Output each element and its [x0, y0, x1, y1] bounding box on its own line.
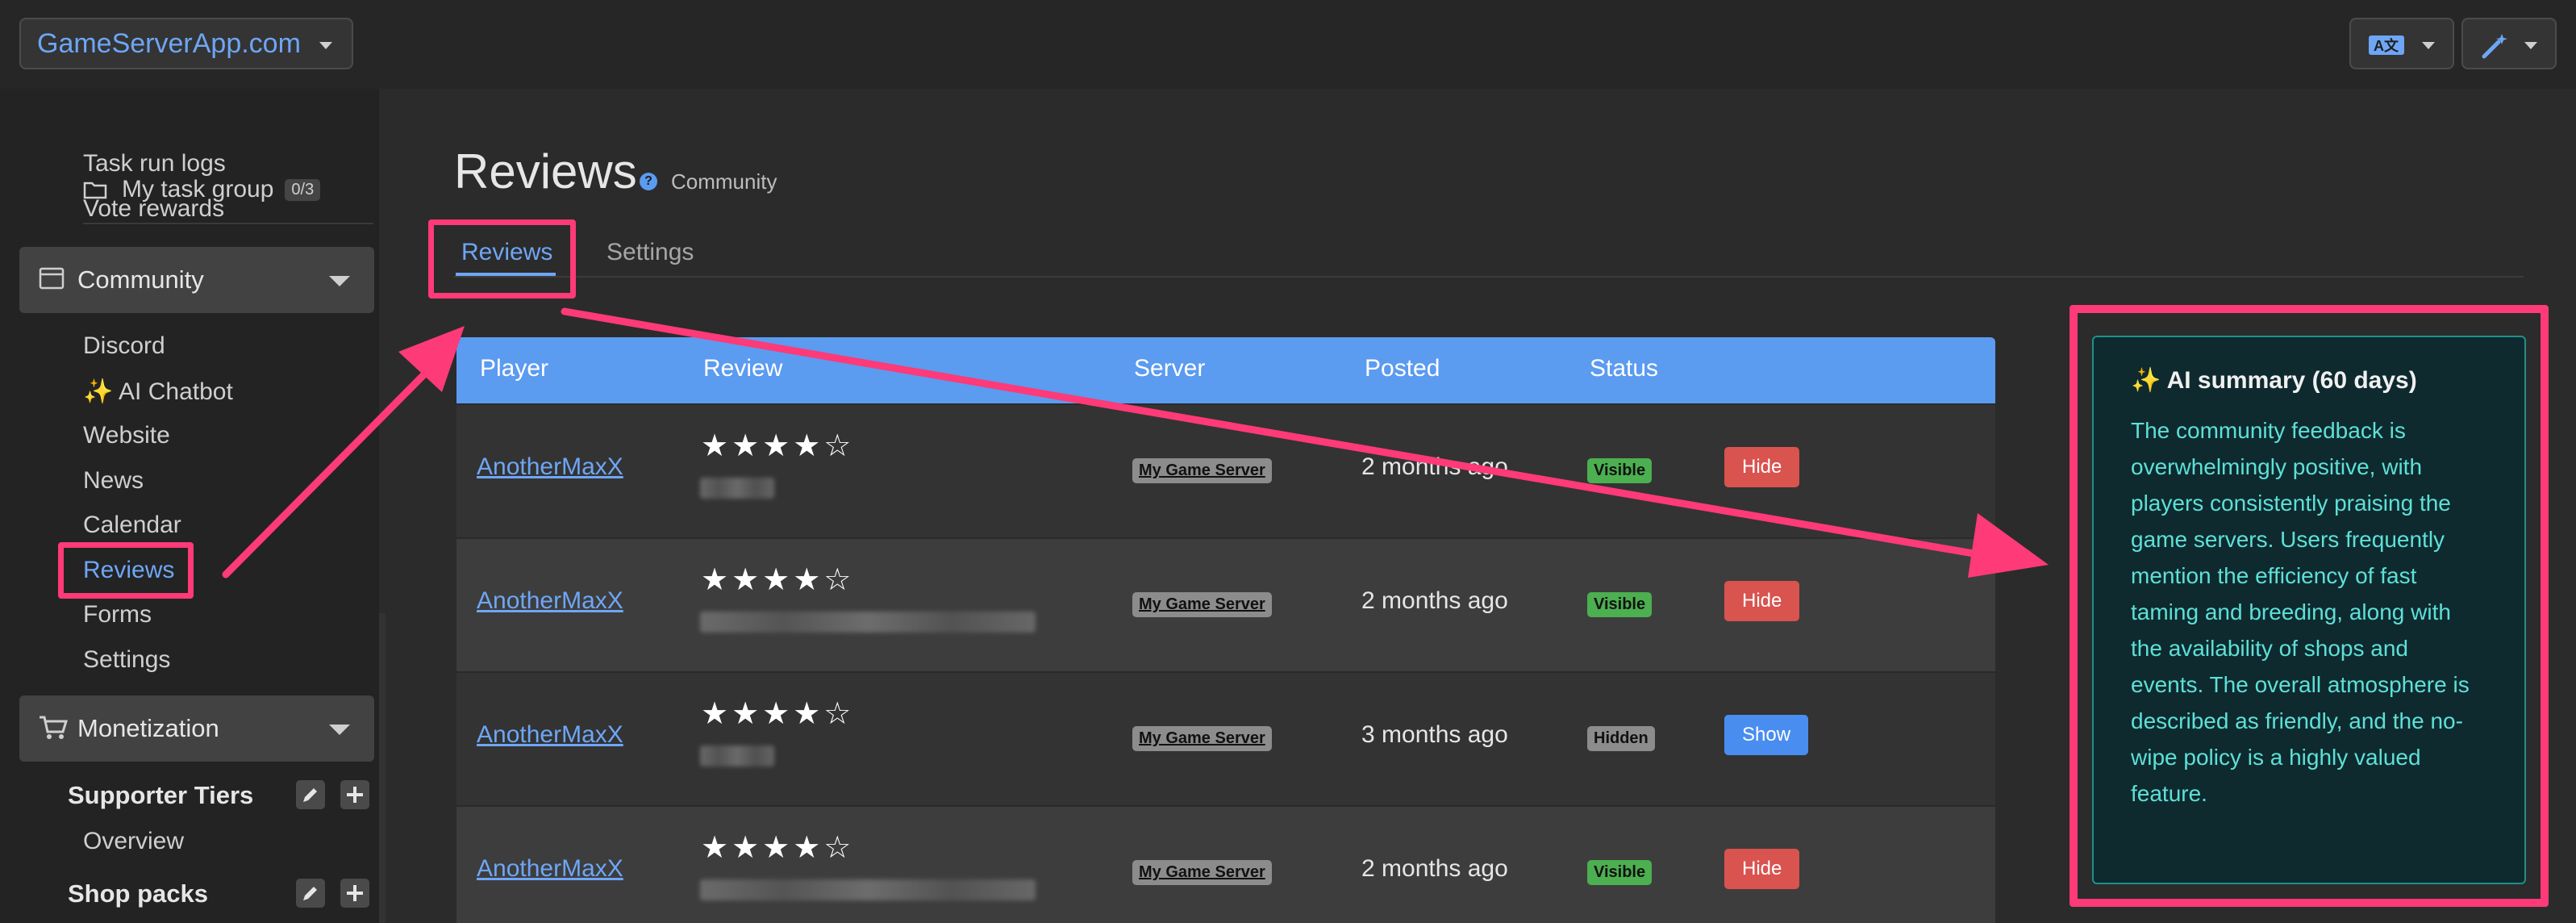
- sidebar-item-overview[interactable]: Overview: [83, 828, 184, 855]
- chevron-down-icon: [319, 42, 332, 49]
- table-row: AnotherMaxX ★★★★☆ My Game Server 3 month…: [456, 671, 1995, 805]
- count-badge: 0/3: [285, 178, 321, 201]
- svg-text:A文: A文: [2374, 37, 2399, 54]
- blurred-review-text: [700, 612, 1036, 633]
- help-icon[interactable]: ?: [640, 173, 657, 190]
- status-badge: Visible: [1587, 860, 1653, 885]
- player-link[interactable]: AnotherMaxX: [477, 721, 623, 749]
- status-badge: Visible: [1587, 458, 1653, 483]
- sidebar-item-calendar[interactable]: Calendar: [83, 512, 181, 539]
- column-header-server: Server: [1134, 355, 1206, 382]
- magic-wand-button[interactable]: [2461, 18, 2557, 69]
- pencil-icon: [303, 887, 317, 900]
- blurred-review-text: [700, 879, 1036, 900]
- column-header-posted: Posted: [1365, 355, 1440, 382]
- ai-summary-text: The community feedback is overwhelmingly…: [2131, 418, 2470, 806]
- section-label: Monetization: [77, 714, 219, 742]
- status-badge: Hidden: [1587, 726, 1655, 751]
- column-header-review: Review: [703, 355, 783, 382]
- shop-packs-heading: Shop packs: [68, 879, 208, 908]
- chevron-down-icon: [2422, 42, 2435, 49]
- posted-time: 2 months ago: [1361, 855, 1508, 882]
- sidebar-section-monetization[interactable]: Monetization: [19, 695, 374, 762]
- pencil-icon: [303, 788, 317, 802]
- cart-icon: [40, 716, 68, 739]
- table-header: Player Review Server Posted Status: [456, 337, 1995, 403]
- server-badge[interactable]: My Game Server: [1132, 726, 1272, 751]
- ai-summary-card: ✨ AI summary (60 days) The community fee…: [2092, 336, 2526, 884]
- plus-icon: [347, 787, 363, 803]
- star-rating: ★★★★☆: [701, 697, 855, 731]
- table-row: AnotherMaxX ★★★★☆ My Game Server 2 month…: [456, 537, 1995, 671]
- plus-icon: [347, 885, 363, 901]
- posted-time: 2 months ago: [1361, 587, 1508, 614]
- hide-button[interactable]: Hide: [1724, 849, 1800, 889]
- magic-wand-icon: [2482, 34, 2507, 59]
- sidebar-item-task-run-logs[interactable]: Task run logs: [83, 150, 226, 178]
- add-button[interactable]: [340, 879, 369, 908]
- site-name: GameServerApp.com: [37, 27, 301, 59]
- sidebar-item-ai-chatbot[interactable]: ✨ AI Chatbot: [83, 378, 233, 406]
- supporter-tiers-heading: Supporter Tiers: [68, 781, 254, 809]
- divider: [83, 223, 373, 224]
- page-title: Reviews: [454, 144, 637, 198]
- translate-icon: A文: [2369, 36, 2404, 55]
- blurred-review-text: [700, 746, 774, 766]
- hide-button[interactable]: Hide: [1724, 447, 1800, 487]
- tab-settings[interactable]: Settings: [606, 239, 694, 266]
- column-header-status: Status: [1590, 355, 1659, 382]
- status-badge: Visible: [1587, 592, 1653, 617]
- column-header-player: Player: [480, 355, 549, 382]
- table-row: AnotherMaxX ★★★★☆ My Game Server 2 month…: [456, 805, 1995, 923]
- page-category: Community: [671, 169, 777, 194]
- sidebar-item-forms[interactable]: Forms: [83, 601, 152, 629]
- edit-button[interactable]: [296, 879, 325, 908]
- highlight-box-sidebar-reviews: [58, 542, 194, 599]
- window-icon: [39, 267, 65, 290]
- server-badge[interactable]: My Game Server: [1132, 458, 1272, 483]
- server-badge[interactable]: My Game Server: [1132, 860, 1272, 885]
- sidebar-item-discord[interactable]: Discord: [83, 332, 165, 360]
- section-label: Community: [77, 265, 204, 294]
- chevron-down-icon: [329, 276, 350, 286]
- add-button[interactable]: [340, 780, 369, 809]
- highlight-box-tab-reviews: [428, 219, 576, 299]
- sidebar-item-website[interactable]: Website: [83, 422, 170, 449]
- sidebar-item-news[interactable]: News: [83, 467, 144, 495]
- sidebar-item-settings[interactable]: Settings: [83, 646, 170, 674]
- star-rating: ★★★★☆: [701, 429, 855, 463]
- star-rating: ★★★★☆: [701, 831, 855, 865]
- hide-button[interactable]: Hide: [1724, 581, 1800, 621]
- reviews-table: Player Review Server Posted Status Anoth…: [456, 337, 1995, 923]
- sidebar: My task group 0/3 Task run logs Vote rew…: [0, 89, 379, 923]
- blurred-review-text: [700, 478, 774, 499]
- sidebar-item-vote-rewards[interactable]: Vote rewards: [83, 195, 224, 223]
- star-rating: ★★★★☆: [701, 563, 855, 597]
- show-button[interactable]: Show: [1724, 715, 1809, 755]
- sidebar-section-community[interactable]: Community: [19, 247, 374, 313]
- chevron-down-icon: [2524, 42, 2537, 49]
- chevron-down-icon: [329, 725, 350, 735]
- ai-summary-title: ✨ AI summary (60 days): [2131, 367, 2417, 394]
- posted-time: 2 months ago: [1361, 453, 1508, 480]
- player-link[interactable]: AnotherMaxX: [477, 587, 623, 615]
- table-row: AnotherMaxX ★★★★☆ My Game Server 2 month…: [456, 403, 1995, 537]
- posted-time: 3 months ago: [1361, 721, 1508, 748]
- edit-button[interactable]: [296, 780, 325, 809]
- server-badge[interactable]: My Game Server: [1132, 592, 1272, 617]
- player-link[interactable]: AnotherMaxX: [477, 855, 623, 883]
- sidebar-scrollbar[interactable]: [379, 613, 386, 923]
- translate-button[interactable]: A文: [2349, 18, 2454, 69]
- top-bar: GameServerApp.com A文: [0, 0, 2576, 89]
- tabs-divider: [454, 276, 2524, 278]
- player-link[interactable]: AnotherMaxX: [477, 453, 623, 481]
- site-selector[interactable]: GameServerApp.com: [19, 18, 353, 69]
